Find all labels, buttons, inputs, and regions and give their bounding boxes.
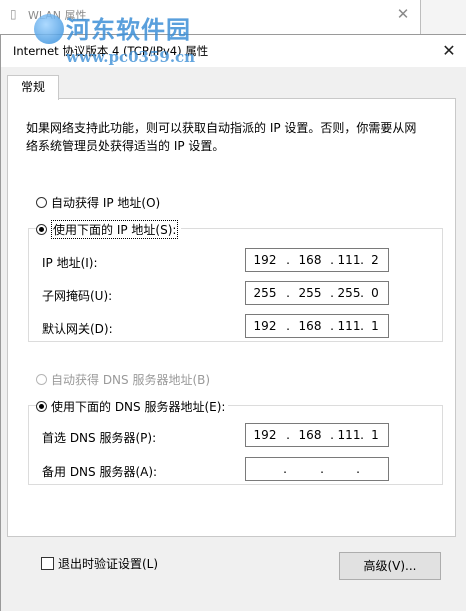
pdns-dot-1: . <box>286 428 290 442</box>
background-window: ▯ WLAN 属性 ✕ <box>0 0 421 37</box>
auto-ip-radio[interactable]: 自动获得 IP 地址(O) <box>36 194 160 211</box>
intro-text: 如果网络支持此功能，则可以获取自动指派的 IP 设置。否则，你需要从网 络系统管… <box>26 119 436 155</box>
validate-settings-label: 退出时验证设置(L) <box>58 557 159 571</box>
gw-octet-4: 1 <box>371 319 379 333</box>
pdns-dot-2: . <box>330 428 334 442</box>
close-icon[interactable]: ✕ <box>437 40 461 62</box>
auto-dns-radio-dot <box>36 374 47 385</box>
gw-dot-1: . <box>286 319 290 333</box>
gw-octet-2: 168 <box>298 319 322 333</box>
manual-ip-label: 使用下面的 IP 地址(S): <box>51 220 179 239</box>
adns-dot-1: . <box>283 462 287 476</box>
background-window-title: WLAN 属性 <box>28 9 87 22</box>
manual-ip-radio[interactable]: 使用下面的 IP 地址(S): <box>36 220 182 239</box>
pdns-octet-1: 192 <box>253 428 277 442</box>
mask-dot-1: . <box>286 286 290 300</box>
preferred-dns-label: 首选 DNS 服务器(P): <box>42 431 157 445</box>
manual-dns-radio[interactable]: 使用下面的 DNS 服务器地址(E): <box>36 398 229 415</box>
manual-dns-label: 使用下面的 DNS 服务器地址(E): <box>51 400 226 414</box>
intro-line-2: 络系统管理员处获得适当的 IP 设置。 <box>26 139 225 153</box>
ip-octet-2: 168 <box>298 253 322 267</box>
subnet-mask-label: 子网掩码(U): <box>42 289 113 303</box>
ip-address-input[interactable]: 192 . 168 . 111 . 2 <box>245 248 389 272</box>
tcpip-properties-dialog: Internet 协议版本 4 (TCP/IPv4) 属性 ✕ 常规 如果网络支… <box>0 34 466 611</box>
ip-octet-1: 192 <box>253 253 277 267</box>
manual-dns-radio-dot[interactable] <box>36 401 47 412</box>
preferred-dns-input[interactable]: 192 . 168 . 111 . 1 <box>245 423 389 447</box>
manual-ip-radio-dot[interactable] <box>36 224 47 235</box>
background-close-icon[interactable]: ✕ <box>394 5 412 23</box>
validate-settings-row[interactable]: 退出时验证设置(L) <box>41 555 158 572</box>
adns-dot-2: . <box>320 462 324 476</box>
alternate-dns-input[interactable]: . . . <box>245 457 389 481</box>
auto-ip-radio-dot[interactable] <box>36 197 47 208</box>
ip-octet-4: 2 <box>371 253 379 267</box>
ip-address-label: IP 地址(I): <box>42 256 98 270</box>
ip-dot-2: . <box>330 253 334 267</box>
title-bar[interactable]: Internet 协议版本 4 (TCP/IPv4) 属性 ✕ <box>1 35 466 67</box>
network-icon: ▯ <box>10 7 17 21</box>
gw-dot-2: . <box>330 319 334 333</box>
dialog-client-area: 常规 如果网络支持此功能，则可以获取自动指派的 IP 设置。否则，你需要从网 络… <box>1 67 466 611</box>
auto-dns-radio: 自动获得 DNS 服务器地址(B) <box>36 371 210 388</box>
pdns-octet-2: 168 <box>298 428 322 442</box>
advanced-button[interactable]: 高级(V)... <box>339 552 441 580</box>
gw-octet-1: 192 <box>253 319 277 333</box>
dialog-title: Internet 协议版本 4 (TCP/IPv4) 属性 <box>13 44 209 58</box>
subnet-mask-input[interactable]: 255 . 255 . 255 . 0 <box>245 281 389 305</box>
intro-line-1: 如果网络支持此功能，则可以获取自动指派的 IP 设置。否则，你需要从网 <box>26 121 417 135</box>
general-tab-panel: 如果网络支持此功能，则可以获取自动指派的 IP 设置。否则，你需要从网 络系统管… <box>7 98 456 537</box>
adns-dot-3: . <box>356 462 360 476</box>
mask-octet-4: 0 <box>371 286 379 300</box>
mask-dot-2: . <box>330 286 334 300</box>
validate-settings-checkbox[interactable] <box>41 557 54 570</box>
tab-general[interactable]: 常规 <box>7 75 59 100</box>
auto-ip-label: 自动获得 IP 地址(O) <box>51 196 161 210</box>
alternate-dns-label: 备用 DNS 服务器(A): <box>42 465 158 479</box>
mask-octet-2: 255 <box>298 286 322 300</box>
ip-dot-1: . <box>286 253 290 267</box>
pdns-octet-4: 1 <box>371 428 379 442</box>
mask-octet-1: 255 <box>253 286 277 300</box>
gateway-label: 默认网关(D): <box>42 322 113 336</box>
auto-dns-label: 自动获得 DNS 服务器地址(B) <box>51 373 211 387</box>
gateway-input[interactable]: 192 . 168 . 111 . 1 <box>245 314 389 338</box>
